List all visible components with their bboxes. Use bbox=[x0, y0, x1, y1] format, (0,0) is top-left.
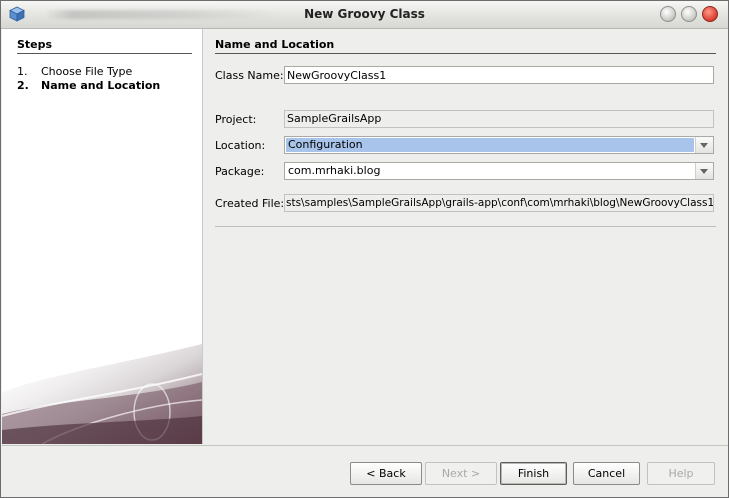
steps-panel: Steps 1. Choose File Type 2. Name and Loca… bbox=[2, 29, 203, 444]
step-number: 2. bbox=[17, 79, 29, 92]
maximize-icon[interactable] bbox=[681, 6, 697, 22]
dialog-window: New Groovy Class Steps 1. Choose File Typ… bbox=[0, 0, 729, 498]
package-value[interactable]: com.mrhaki.blog bbox=[286, 164, 694, 178]
steps-divider bbox=[17, 53, 192, 54]
window-title: New Groovy Class bbox=[304, 7, 425, 21]
step-name-and-location: 2. Name and Location bbox=[17, 79, 160, 92]
steps-title: Steps bbox=[17, 38, 53, 51]
next-button[interactable]: Next > bbox=[425, 462, 497, 485]
dropdown-arrow-icon[interactable] bbox=[695, 137, 713, 153]
content-divider bbox=[215, 226, 716, 227]
project-label: Project: bbox=[215, 113, 257, 126]
class-name-label: Class Name: bbox=[215, 69, 284, 82]
class-name-input[interactable] bbox=[284, 66, 714, 84]
location-selected-value: Configuration bbox=[286, 138, 694, 152]
minimize-icon[interactable] bbox=[660, 6, 676, 22]
content-panel: Name and Location Class Name: Project: S… bbox=[204, 29, 728, 444]
decorative-swoosh-graphic bbox=[2, 344, 202, 444]
title-bar[interactable]: New Groovy Class bbox=[1, 1, 728, 29]
package-combobox[interactable]: com.mrhaki.blog bbox=[284, 162, 714, 180]
section-title: Name and Location bbox=[215, 38, 335, 51]
section-divider bbox=[215, 53, 716, 54]
package-label: Package: bbox=[215, 165, 265, 178]
close-icon[interactable] bbox=[702, 6, 718, 22]
location-dropdown[interactable]: Configuration bbox=[284, 136, 714, 154]
finish-button[interactable]: Finish bbox=[500, 462, 567, 485]
step-label: Name and Location bbox=[41, 79, 161, 92]
button-bar-divider bbox=[2, 445, 728, 446]
project-field: SampleGrailsApp bbox=[284, 110, 714, 128]
back-button[interactable]: < Back bbox=[350, 462, 422, 485]
dropdown-arrow-icon[interactable] bbox=[695, 163, 713, 179]
cancel-button[interactable]: Cancel bbox=[573, 462, 640, 485]
created-file-field: sts\samples\SampleGrailsApp\grails-app\c… bbox=[284, 194, 714, 212]
created-file-label: Created File: bbox=[215, 197, 285, 210]
step-number: 1. bbox=[17, 65, 28, 78]
step-label: Choose File Type bbox=[41, 65, 133, 78]
location-label: Location: bbox=[215, 139, 266, 152]
help-button[interactable]: Help bbox=[647, 462, 715, 485]
step-choose-file-type: 1. Choose File Type bbox=[17, 65, 132, 78]
